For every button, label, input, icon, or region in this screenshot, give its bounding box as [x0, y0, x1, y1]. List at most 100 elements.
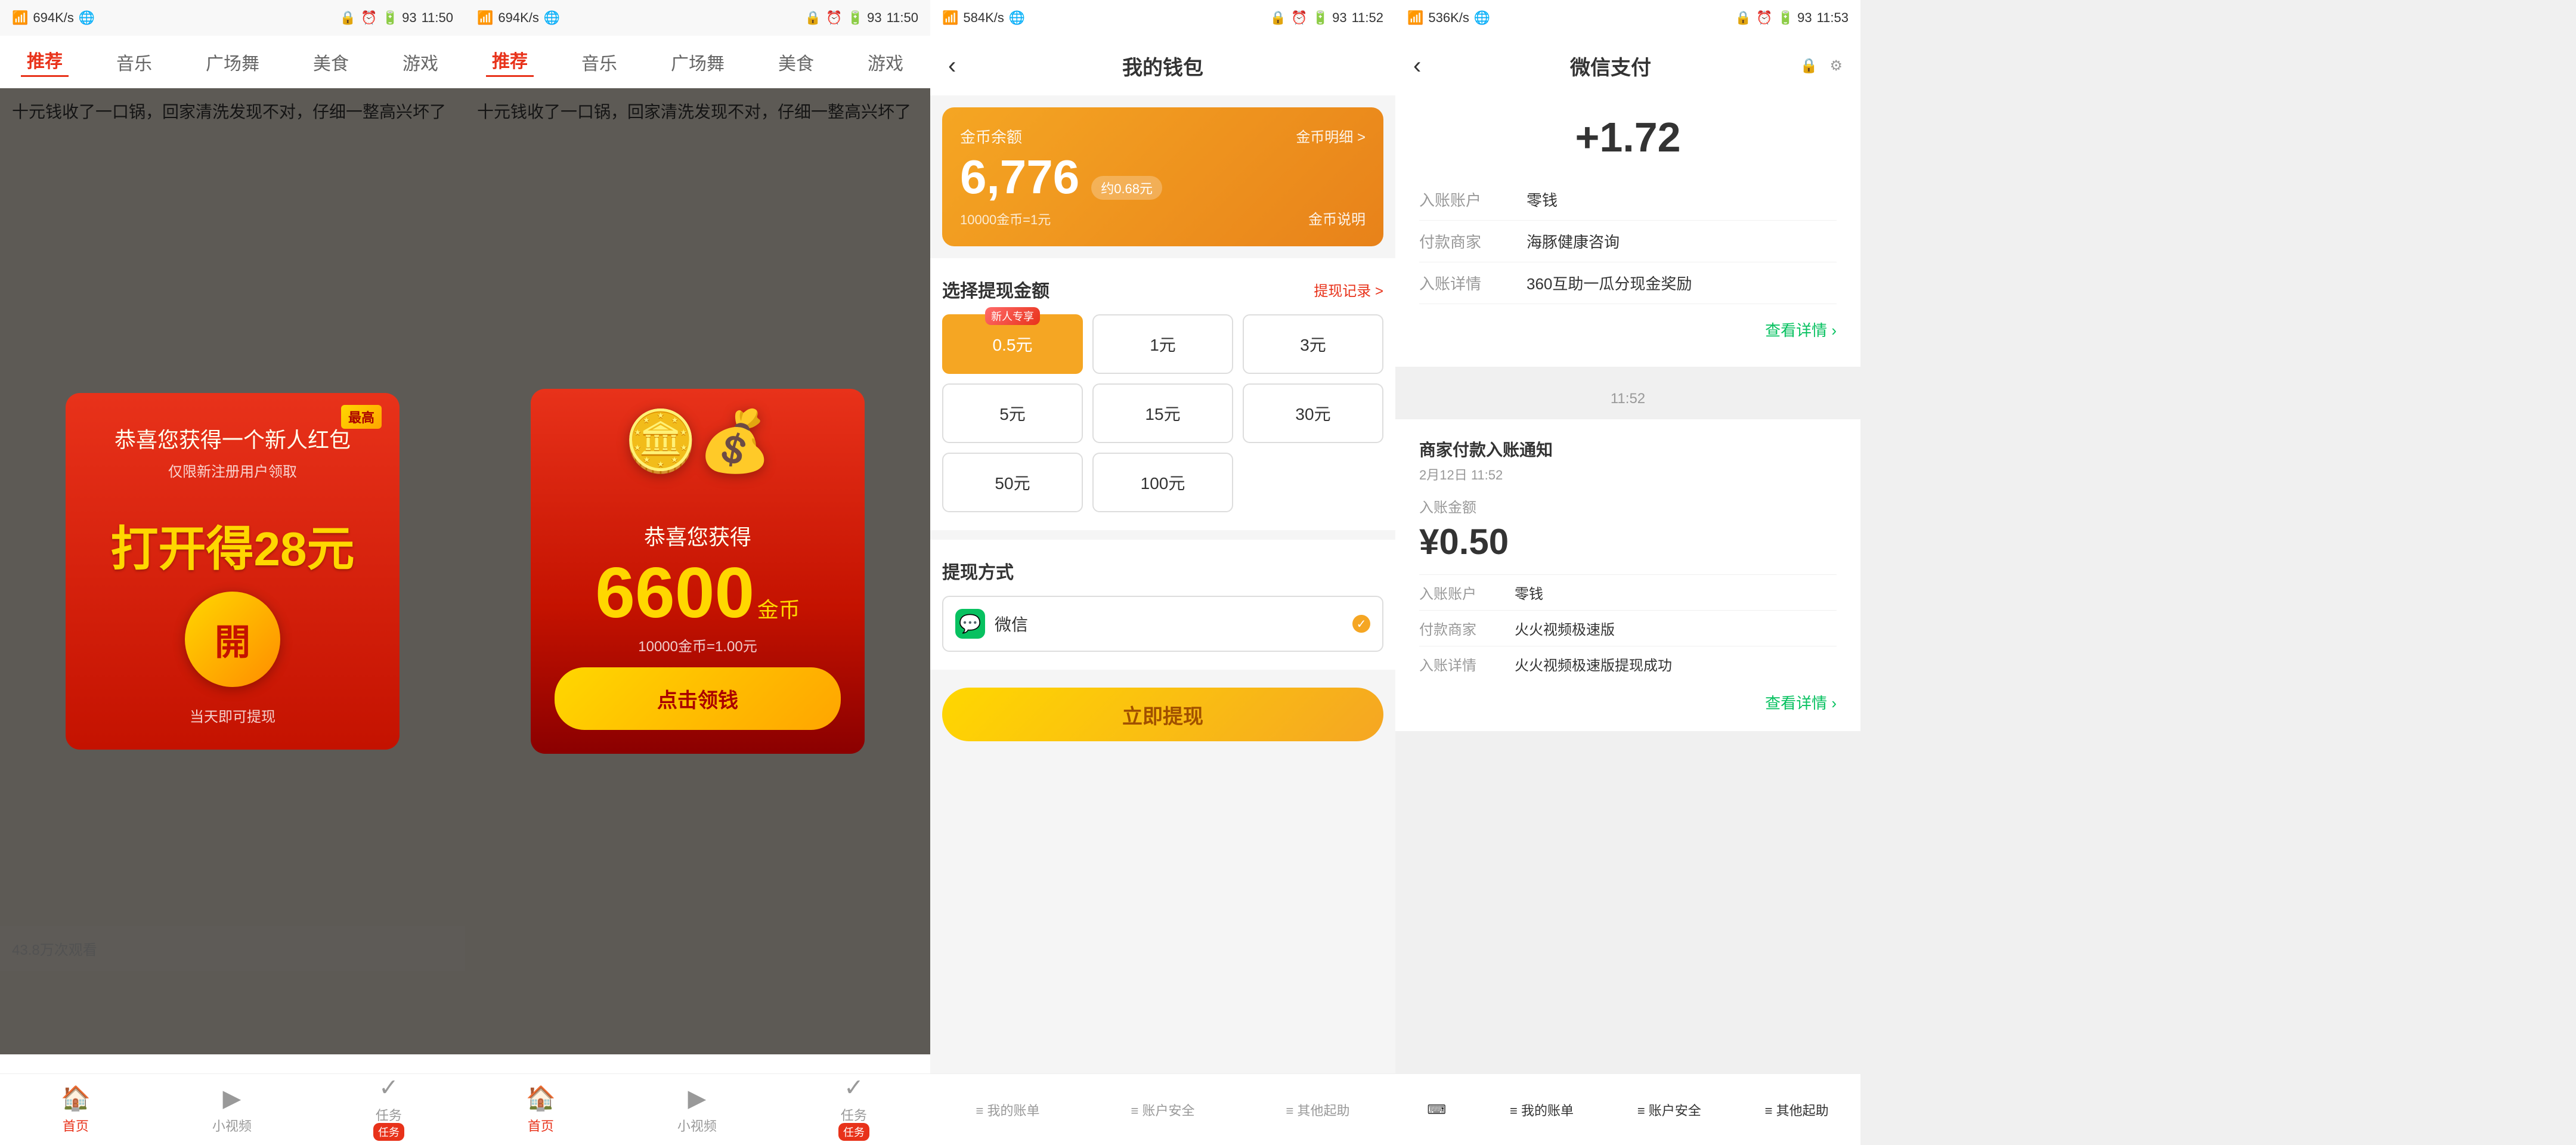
nav-tabs-1: 推荐 音乐 广场舞 美食 游戏 — [0, 36, 465, 88]
gold-detail-link[interactable]: 金币明细 > — [1296, 125, 1366, 146]
re-open-btn-1[interactable]: 開 — [185, 592, 280, 687]
wifi-icon-3: 🌐 — [1009, 10, 1025, 26]
bottom-tab-video-1[interactable]: ▶ 小视频 — [212, 1085, 252, 1135]
tab-game-2[interactable]: 游戏 — [862, 49, 909, 75]
status-right-4: 🔒 ⏰ 🔋 93 11:53 — [1735, 10, 1849, 26]
record-link[interactable]: 提现记录 > — [1314, 279, 1383, 300]
wallet-header: ‹ 我的钱包 — [930, 36, 1395, 95]
overlay-2[interactable]: 🪙💰 恭喜您获得 6600 金币 10000金币=1.00元 点击领钱 — [465, 88, 930, 1054]
transaction-1-amount: +1.72 — [1395, 95, 1860, 167]
tab-dance-2[interactable]: 广场舞 — [665, 49, 730, 75]
status-bar-3: 📶 584K/s 🌐 🔒 ⏰ 🔋 93 11:52 — [930, 0, 1395, 36]
home-label-2: 首页 — [528, 1116, 554, 1135]
status-left-1: 📶 694K/s 🌐 — [12, 10, 95, 26]
notif-amount: ¥0.50 — [1419, 521, 1837, 562]
amount-btn-0[interactable]: 新人专享 0.5元 — [942, 314, 1083, 374]
status-bar-1: 📶 694K/s 🌐 🔒 ⏰ 🔋 93 11:50 — [0, 0, 465, 36]
notif-label-info: 入账详情 — [1419, 654, 1515, 674]
overlay-1[interactable]: 最高 恭喜您获得一个新人红包 仅限新注册用户领取 打开得28元 開 当天即可提现 — [0, 88, 465, 1054]
wallet-gold-card: 金币余额 6,776 约0.68元 10000金币=1元 金币明细 > 金币说明 — [942, 107, 1383, 246]
signal-speed-1: 694K/s — [33, 10, 74, 26]
tab-recommend-1[interactable]: 推荐 — [21, 47, 69, 77]
bottom-tab-home-2[interactable]: 🏠 首页 — [526, 1084, 556, 1135]
time-divider: 11:52 — [1395, 379, 1860, 419]
wallet-bottom-other[interactable]: ≡ 其他起助 — [1280, 1094, 1356, 1125]
coins-emoji: 🪙💰 — [623, 407, 772, 476]
wallet-back-btn[interactable]: ‹ — [948, 52, 956, 79]
wechat-back-btn[interactable]: ‹ — [1413, 52, 1421, 79]
wechat-bottom-other[interactable]: ≡ 其他起助 — [1765, 1100, 1829, 1119]
video-label-2: 小视频 — [677, 1116, 717, 1135]
signal-speed-2: 694K/s — [498, 10, 539, 26]
method-check-icon: ✓ — [1352, 615, 1370, 633]
amount-btn-1[interactable]: 1元 — [1092, 314, 1233, 374]
new-user-badge: 新人专享 — [985, 307, 1040, 325]
notif-date: 2月12日 11:52 — [1419, 465, 1837, 484]
video-icon-2: ▶ — [688, 1085, 707, 1112]
amount-btn-2[interactable]: 3元 — [1243, 314, 1383, 374]
signal-strength-2: 📶 — [477, 10, 493, 26]
bottom-tab-video-2[interactable]: ▶ 小视频 — [677, 1085, 717, 1135]
notif-row-account: 入账账户 零钱 — [1419, 574, 1837, 610]
status-bar-4: 📶 536K/s 🌐 🔒 ⏰ 🔋 93 11:53 — [1395, 0, 1860, 36]
clock-icon-1: ⏰ — [361, 10, 377, 26]
tab-game-1[interactable]: 游戏 — [397, 49, 444, 75]
tab-music-2[interactable]: 音乐 — [575, 49, 623, 75]
tab-dance-1[interactable]: 广场舞 — [200, 49, 265, 75]
notif-label-merchant: 付款商家 — [1419, 618, 1515, 639]
amount-grid: 新人专享 0.5元 1元 3元 5元 15元 30元 50元 100元 — [942, 314, 1383, 512]
wallet-bottom-security[interactable]: ≡ 账户安全 — [1125, 1094, 1201, 1125]
amount-btn-7[interactable]: 100元 — [1092, 453, 1233, 512]
lock-icon-4: 🔒 — [1735, 10, 1751, 26]
see-detail-btn-2[interactable]: 查看详情 › — [1419, 691, 1837, 713]
tab-music-1[interactable]: 音乐 — [110, 49, 158, 75]
wallet-title: 我的钱包 — [1122, 51, 1203, 81]
notif-value-merchant: 火火视频极速版 — [1515, 618, 1837, 639]
see-detail-btn-1[interactable]: 查看详情 › — [1765, 314, 1837, 345]
panel-4-wechat: 📶 536K/s 🌐 🔒 ⏰ 🔋 93 11:53 ‹ 微信支付 🔒 ⚙ +1.… — [1395, 0, 1860, 1145]
wallet-bottom-bill[interactable]: ≡ 我的账单 — [970, 1094, 1046, 1125]
panel-1: 📶 694K/s 🌐 🔒 ⏰ 🔋 93 11:50 推荐 音乐 广场舞 美食 游… — [0, 0, 465, 1145]
clock-icon-2: ⏰ — [826, 10, 842, 26]
tab-food-1[interactable]: 美食 — [307, 49, 355, 75]
withdraw-btn[interactable]: 立即提现 — [942, 688, 1383, 741]
status-right-1: 🔒 ⏰ 🔋 93 11:50 — [340, 10, 453, 26]
status-left-4: 📶 536K/s 🌐 — [1407, 10, 1490, 26]
detail-label-account-1: 入账账户 — [1419, 188, 1527, 211]
bottom-tab-task-2[interactable]: ✓ 任务 任务 — [838, 1074, 869, 1145]
re-claim-btn-2[interactable]: 点击领钱 — [555, 667, 841, 730]
gold-amount: 6,776 — [960, 153, 1079, 201]
wechat-settings-icon[interactable]: ⚙ — [1829, 57, 1843, 75]
re-unit-2: 金币 — [757, 598, 800, 622]
amount-btn-3[interactable]: 5元 — [942, 383, 1083, 443]
status-bar-2: 📶 694K/s 🌐 🔒 ⏰ 🔋 93 11:50 — [465, 0, 930, 36]
re-opened-card-2[interactable]: 🪙💰 恭喜您获得 6600 金币 10000金币=1.00元 点击领钱 — [531, 389, 865, 754]
battery-icon-2: 🔋 93 — [847, 10, 882, 26]
amount-btn-5[interactable]: 30元 — [1243, 383, 1383, 443]
tab-recommend-2[interactable]: 推荐 — [486, 47, 534, 77]
time-display-2: 11:50 — [887, 10, 918, 26]
gold-approx: 约0.68元 — [1091, 176, 1162, 200]
method-item-wechat[interactable]: 💬 微信 ✓ — [942, 596, 1383, 652]
wechat-bottom-bill[interactable]: ≡ 我的账单 — [1510, 1100, 1574, 1119]
detail-row-merchant-1: 付款商家 海豚健康咨询 — [1419, 221, 1837, 262]
amount-btn-4[interactable]: 15元 — [1092, 383, 1233, 443]
detail-value-account-1: 零钱 — [1527, 188, 1837, 211]
notif-row-info: 入账详情 火火视频极速版提现成功 — [1419, 646, 1837, 682]
wechat-keyboard-icon[interactable]: ⌨ — [1427, 1102, 1446, 1118]
red-envelope-card-1[interactable]: 最高 恭喜您获得一个新人红包 仅限新注册用户领取 打开得28元 開 当天即可提现 — [66, 393, 400, 750]
bottom-tab-task-1[interactable]: ✓ 任务 任务 — [373, 1074, 404, 1145]
detail-label-info-1: 入账详情 — [1419, 272, 1527, 294]
task-icon-2: ✓ — [844, 1074, 864, 1101]
re-amount-1: 打开得28元 — [66, 510, 400, 580]
amount-btn-6[interactable]: 50元 — [942, 453, 1083, 512]
video-icon-1: ▶ — [223, 1085, 242, 1112]
gold-explain-link[interactable]: 金币说明 — [1308, 208, 1366, 228]
lock-icon-2: 🔒 — [805, 10, 821, 26]
notif-value-account: 零钱 — [1515, 582, 1837, 603]
detail-row-account-1: 入账账户 零钱 — [1419, 179, 1837, 221]
bottom-tab-home-1[interactable]: 🏠 首页 — [61, 1084, 91, 1135]
time-display-1: 11:50 — [422, 10, 453, 26]
wechat-bottom-security[interactable]: ≡ 账户安全 — [1637, 1100, 1701, 1119]
tab-food-2[interactable]: 美食 — [772, 49, 820, 75]
